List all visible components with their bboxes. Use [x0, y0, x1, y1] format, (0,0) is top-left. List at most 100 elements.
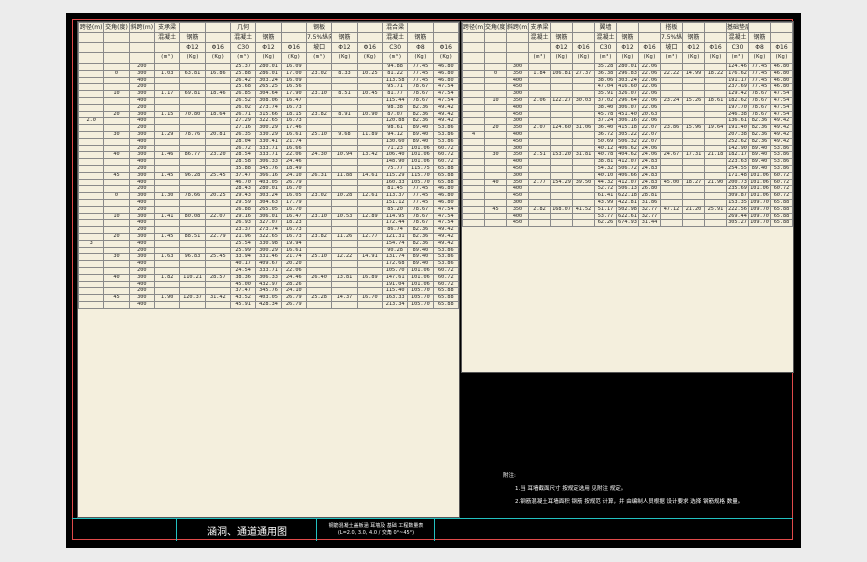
table-row: 200 26.88 265.05 16.70 85.20 78.67 47.54	[78, 205, 459, 214]
table-cell: 70.80	[179, 110, 206, 119]
table-cell: 77.45	[407, 192, 434, 200]
table-cell	[331, 178, 358, 187]
table-cell: 69.81	[179, 90, 206, 98]
table-cell: 9.68	[331, 130, 358, 139]
table-cell	[280, 32, 307, 43]
table-cell	[572, 171, 595, 180]
table-cell: 46.80	[432, 192, 459, 200]
table-cell	[179, 266, 206, 275]
table-row: 45 300 1.90 120.37 31.42 43.52 403.05 26.79 25.2…	[78, 294, 459, 302]
table-cell: 77.45	[407, 69, 434, 78]
notes-block: 附注: 1.当 耳墙截面尺寸 按规定选用 见附注 规定。 2.钢筋混凝土耳墙面积…	[503, 470, 743, 509]
table-cell: 77.45	[748, 83, 771, 92]
table-cell: 400	[506, 158, 529, 166]
table-row: 45 350 2.82 168.07 41.52 51.17 502.98 32.77 47.1…	[462, 205, 793, 214]
table-cell	[462, 52, 485, 64]
table-cell	[153, 246, 181, 255]
table-cell	[356, 76, 383, 85]
table-cell	[572, 83, 595, 92]
table-row: 450 54.32 506.72 24.83 254.55 89.40 53.86	[462, 164, 793, 173]
table-cell: 2.82	[528, 205, 551, 214]
table-cell: 23.86	[660, 124, 683, 132]
table-cell	[462, 42, 485, 53]
table-cell	[682, 22, 705, 33]
table-cell	[528, 76, 551, 85]
table-cell: 60.72	[432, 266, 459, 275]
table-cell	[78, 137, 105, 146]
table-cell	[432, 22, 459, 33]
table-cell: 46.80	[432, 69, 459, 78]
table-cell: Φ16	[572, 42, 595, 53]
table-cell: 22.22	[660, 69, 683, 78]
table-cell	[550, 110, 573, 119]
table-cell: 82.36	[407, 232, 434, 241]
table-cell: 17.79	[280, 198, 307, 207]
table-cell: 0	[103, 192, 130, 200]
table-cell: Φ16	[770, 42, 793, 53]
table-cell: 53.86	[432, 253, 459, 262]
table-cell	[204, 185, 231, 194]
table-cell: 13.81	[331, 273, 358, 282]
table-cell: 19.64	[704, 124, 727, 132]
table-cell	[550, 76, 573, 85]
table-cell: 65.88	[432, 164, 459, 173]
table-cell	[78, 110, 105, 119]
notes-line-1: 1.当 耳墙截面尺寸 按规定选用 见附注 规定。	[515, 486, 627, 492]
table-cell: 176.62	[726, 69, 749, 78]
table-cell	[331, 76, 358, 85]
table-cell	[550, 130, 573, 139]
table-cell: 82.36	[748, 124, 771, 132]
table-cell: 20	[103, 110, 130, 119]
table-cell: 7.5%纵向	[305, 32, 333, 43]
table-cell	[432, 32, 459, 43]
table-cell: (Kg)	[356, 52, 383, 64]
table-cell	[204, 32, 231, 43]
table-cell: 82.36	[407, 117, 434, 126]
table-cell: 18.64	[204, 110, 231, 119]
table-cell: 14.91	[356, 253, 383, 262]
table-cell: 1.30	[153, 192, 181, 200]
table-cell: 154.29	[550, 178, 573, 187]
table-cell: 415.18	[616, 124, 639, 132]
table-cell	[78, 124, 105, 132]
table-cell: 47.54	[432, 83, 459, 92]
table-cell	[331, 144, 358, 153]
table-cell: 44.32	[594, 178, 617, 187]
table-cell	[153, 63, 181, 71]
table-cell	[179, 239, 206, 248]
table-cell: 81.45	[381, 185, 409, 194]
table-cell	[153, 219, 181, 228]
table-cell: 200	[128, 83, 155, 92]
table-cell: 28.26	[280, 280, 307, 289]
table-cell	[179, 117, 206, 126]
table-cell	[78, 42, 105, 53]
table-cell: 90.28	[381, 246, 409, 255]
table-cell	[682, 110, 705, 119]
table-cell	[550, 90, 573, 98]
header-row: 跨径(m) 交角(度) 斜跨(m) 支承梁 几何 钢板 混合梁	[78, 22, 459, 33]
table-cell	[179, 300, 206, 309]
table-cell: 2.77	[528, 178, 551, 187]
table-cell	[153, 239, 181, 248]
notes-line-2: 2.钢筋混凝土耳墙面积 钢筋 按规范 计算，并 由编制人员根据 设计要求 选择 …	[515, 499, 744, 505]
table-cell	[179, 219, 206, 228]
table-row: 400 40.17 409.67 20.20 172.68 89.40 53.86	[78, 260, 459, 268]
table-cell	[305, 219, 333, 228]
table-cell: 24.06	[638, 144, 661, 153]
table-cell: 142.90	[726, 144, 749, 153]
table-cell: 22.07	[204, 212, 231, 221]
table-cell: 200.73	[726, 178, 749, 187]
table-cell	[550, 171, 573, 180]
table-cell: 50.69	[594, 137, 617, 146]
table-cell: 222.56	[726, 205, 749, 214]
table-cell	[682, 158, 705, 166]
table-cell	[572, 164, 595, 173]
table-cell	[204, 198, 231, 207]
table-cell: 10.90	[356, 110, 383, 119]
table-cell: 53.86	[432, 130, 459, 139]
table-cell: 钢筋	[179, 32, 206, 43]
table-cell: 40.17	[229, 260, 257, 268]
table-cell: 168.07	[550, 205, 573, 214]
table-cell	[682, 130, 705, 139]
table-cell: 300	[128, 110, 155, 119]
